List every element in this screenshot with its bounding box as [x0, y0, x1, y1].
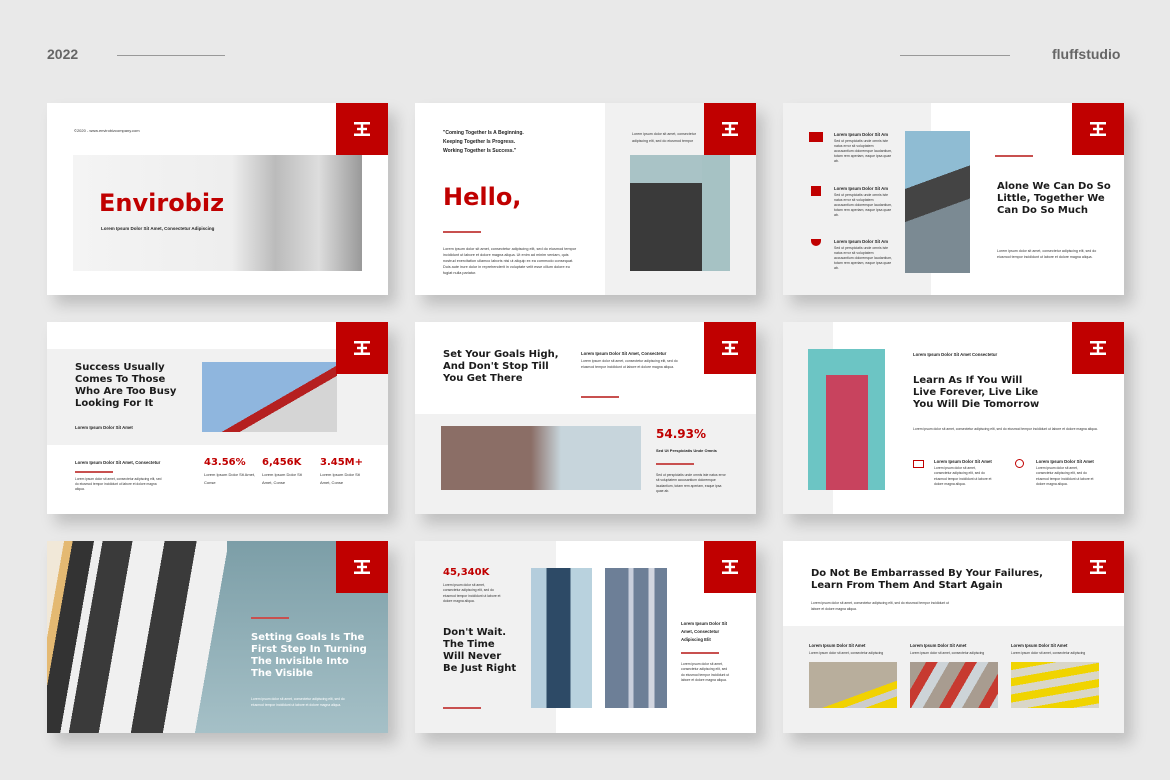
- slide-heading: Success Usually Comes To Those Who Are T…: [75, 362, 177, 409]
- slide-heading: Setting Goals Is The First Step In Turni…: [251, 632, 367, 679]
- yellow-floor-image: [1011, 661, 1099, 708]
- slide-learn[interactable]: Lorem Ipsum Dolor Sit Amet Consectetur L…: [783, 322, 1124, 514]
- balcony-building-image: [47, 541, 227, 733]
- chimney-towers-image: [605, 568, 667, 708]
- quote: "Coming Together Is A Beginning. Keeping …: [443, 130, 524, 154]
- envirobiz-logo-icon: [1090, 341, 1106, 355]
- paragraph: Lorem ipsum dolor sit amet, consectetur …: [997, 249, 1097, 259]
- slide-hello[interactable]: "Coming Together Is A Beginning. Keeping …: [415, 103, 756, 295]
- red-tower-image: [808, 349, 885, 490]
- column-item: Lorem Ipsum Dolor Sit Amet Lorem ipsum do…: [910, 642, 998, 708]
- hello-title: Hello,: [443, 183, 522, 211]
- column-item: Lorem Ipsum Dolor Sit Amet Lorem ipsum do…: [1011, 642, 1099, 708]
- slide-success[interactable]: Success Usually Comes To Those Who Are T…: [47, 322, 388, 514]
- search-icon: [1015, 459, 1024, 468]
- envirobiz-logo-icon: [722, 122, 738, 136]
- stat-label: Sed Ut Perspiciatis Unde Omnis: [656, 448, 717, 453]
- stat-item: 3.45M+ Lorem Ipsum Dolor Sit Amet, Conse: [320, 457, 364, 485]
- cover-title: Envirobiz: [99, 189, 225, 217]
- envirobiz-logo-icon: [722, 560, 738, 574]
- paragraph: Lorem ipsum dolor sit amet, consectetur …: [75, 477, 162, 491]
- logo-box: [1072, 541, 1124, 593]
- side-text: Lorem ipsum dolor sit amet, consectetur …: [632, 132, 696, 143]
- slide-alone[interactable]: Lorem Ipsum Dolor Sit Am Sed ut perspicia…: [783, 103, 1124, 295]
- sky-building-image: [202, 362, 337, 432]
- paragraph: Lorem ipsum dolor sit amet, consectetur …: [913, 427, 1098, 431]
- stat-item: 6,456K Lorem Ipsum Dolor Sit Amet, Conse: [262, 457, 302, 485]
- logo-box: [336, 322, 388, 374]
- envirobiz-logo-icon: [1090, 560, 1106, 574]
- paragraph: Lorem ipsum dolor sit amet, consectetur …: [443, 247, 577, 275]
- slide-heading: Do Not Be Embarrassed By Your Failures, …: [811, 568, 1043, 591]
- envirobiz-logo-icon: [354, 122, 370, 136]
- logo-box: [1072, 103, 1124, 155]
- subtitle: Lorem Ipsum Dolor Sit Amet: [75, 425, 133, 430]
- side-title: Lorem Ipsum Dolor Sit Amet, Consectetur …: [681, 621, 728, 642]
- slide-heading: Alone We Can Do So Little, Together We C…: [997, 181, 1111, 216]
- building-facade-image: [630, 155, 730, 271]
- column-item: Lorem Ipsum Dolor Sit Amet Lorem ipsum do…: [809, 642, 897, 708]
- envirobiz-logo-icon: [1090, 122, 1106, 136]
- slide-cover[interactable]: ©2020 - www.envirobizcompany.com Envirob…: [47, 103, 388, 295]
- copyright: ©2020 - www.envirobizcompany.com: [74, 128, 140, 133]
- paragraph: Lorem ipsum dolor sit amet, consectetur …: [681, 662, 730, 682]
- paragraph: Lorem ipsum dolor sit amet, consectetur …: [811, 601, 949, 611]
- calendar-icon: [811, 186, 821, 196]
- kicker: Lorem Ipsum Dolor Sit Amet Consectetur: [913, 352, 998, 357]
- gherkin-tower-image: [531, 568, 592, 708]
- logo-box: [704, 541, 756, 593]
- brand-label: fluffstudio: [1052, 46, 1121, 62]
- slide-failures[interactable]: Do Not Be Embarrassed By Your Failures, …: [783, 541, 1124, 733]
- logo-box: [1072, 322, 1124, 374]
- slide-heading: Learn As If You Will Live Forever, Live …: [913, 375, 1040, 410]
- slide-heading: Set Your Goals High, And Don't Stop Till…: [443, 349, 559, 384]
- paragraph: Lorem ipsum dolor sit amet, consectetur …: [251, 697, 345, 707]
- cover-subtitle: Lorem Ipsum Dolor Sit Amet, Consectetur …: [101, 226, 215, 231]
- slide-dont-wait[interactable]: 45,340K Lorem ipsum dolor sit amet, cons…: [415, 541, 756, 733]
- envirobiz-logo-icon: [354, 341, 370, 355]
- divider: [900, 55, 1010, 56]
- envirobiz-logo-icon: [354, 560, 370, 574]
- side-title: Lorem Ipsum Dolor Sit Amet, Consectetur: [581, 351, 667, 356]
- paragraph: Sed ut perspiciatis unde omnis iste natu…: [656, 473, 726, 493]
- paragraph: Lorem ipsum dolor sit amet, consectetur …: [581, 359, 678, 369]
- paragraph: Lorem ipsum dolor sit amet, consectetur …: [443, 583, 501, 603]
- building-corner-image: [905, 131, 970, 273]
- building-glass-image: [441, 426, 641, 490]
- year-label: 2022: [47, 46, 79, 62]
- stairs-image: [809, 661, 897, 708]
- logo-box: [704, 322, 756, 374]
- presentation-icon: [913, 460, 924, 468]
- striped-stairs-image: [910, 661, 998, 708]
- logo-box: [336, 103, 388, 155]
- slide-heading: Don't Wait. The Time Will Never Be Just …: [443, 627, 517, 674]
- stat-value: 54.93%: [656, 427, 706, 441]
- building-icon: [809, 132, 823, 142]
- left-title: Lorem Ipsum Dolor Sit Amet, Consectetur: [75, 460, 161, 465]
- stat-value: 45,340K: [443, 567, 490, 578]
- slide-setting-goals[interactable]: Setting Goals Is The First Step In Turni…: [47, 541, 388, 733]
- envirobiz-logo-icon: [722, 341, 738, 355]
- divider: [117, 55, 225, 56]
- slide-goals[interactable]: Set Your Goals High, And Don't Stop Till…: [415, 322, 756, 514]
- logo-box: [704, 103, 756, 155]
- logo-box: [336, 541, 388, 593]
- stat-item: 43.56% Lorem Ipsum Dolor Sit Amet, Conse: [204, 457, 256, 485]
